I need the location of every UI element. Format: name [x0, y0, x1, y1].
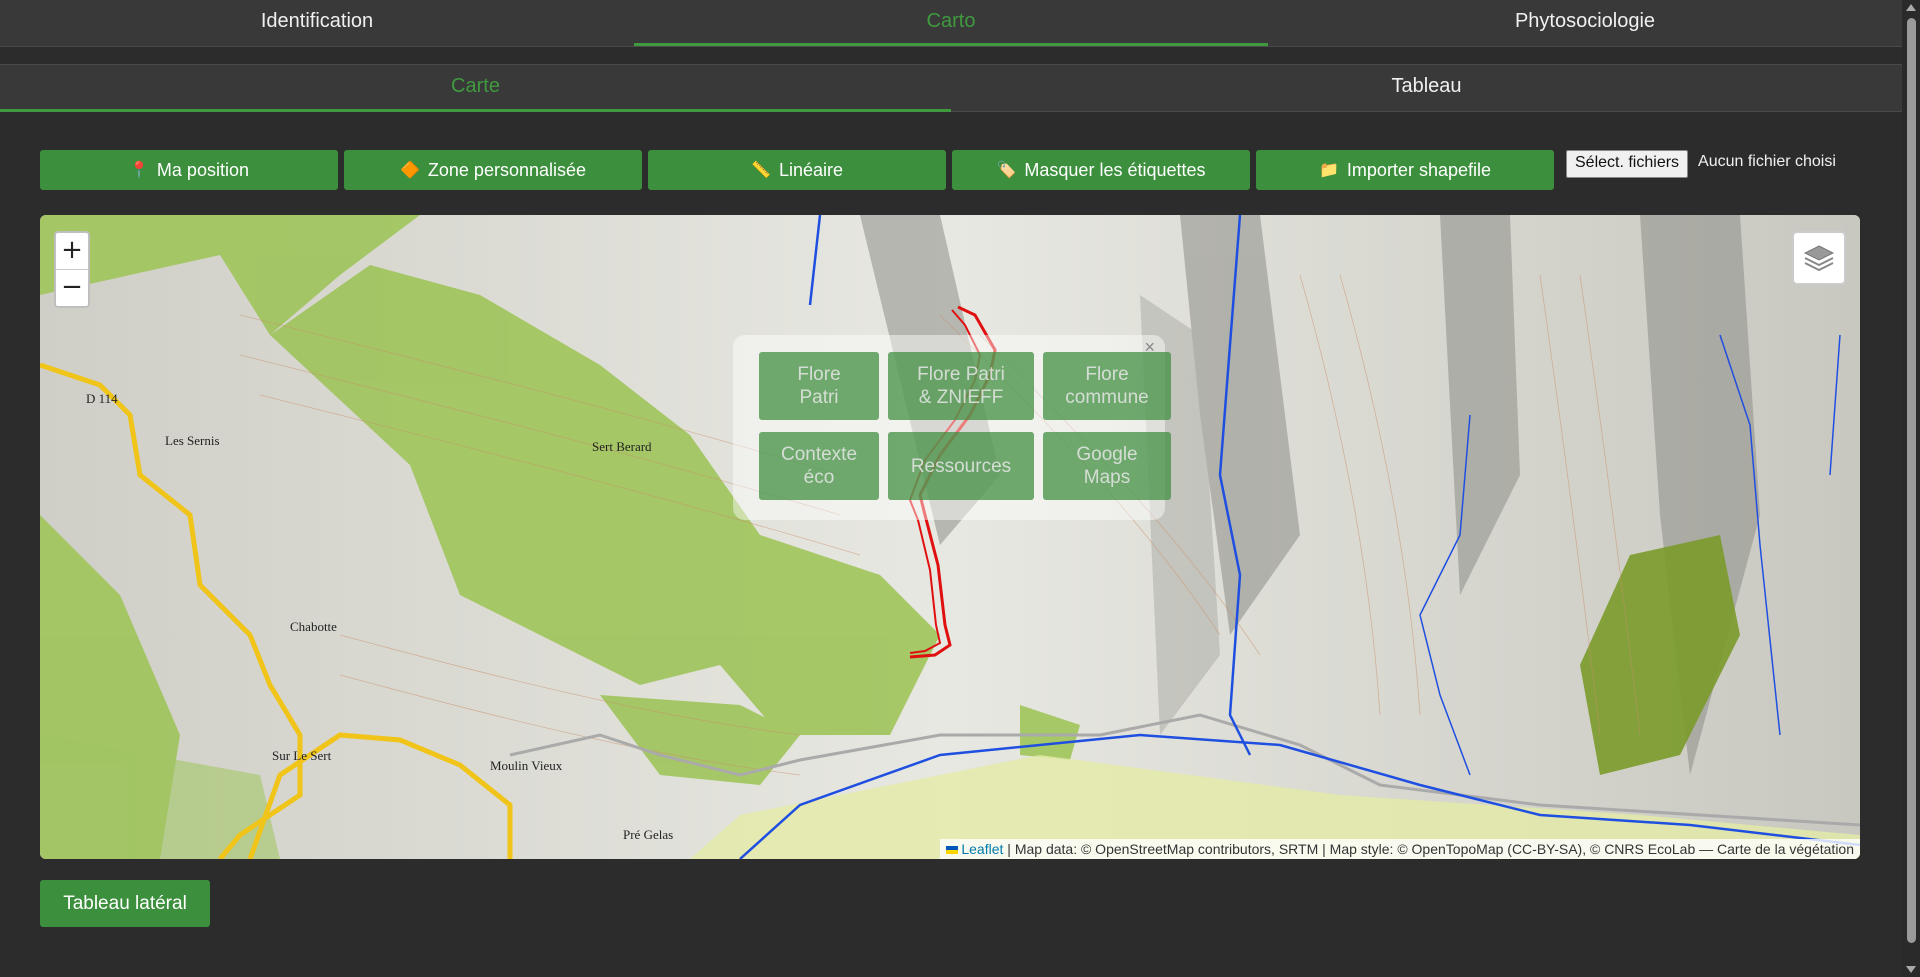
attribution-text: | Map data: © OpenStreetMap contributors… — [1003, 841, 1854, 857]
sub-tabs: Carte Tableau — [0, 64, 1902, 112]
map-toolbar: 📍 Ma position 🔶 Zone personnalisée 📏 Lin… — [40, 150, 1836, 190]
google-maps-button[interactable]: Google Maps — [1043, 432, 1171, 500]
label-pre-gelas: Pré Gelas — [623, 827, 673, 842]
ruler-icon: 📏 — [751, 162, 771, 179]
import-shapefile-button[interactable]: 📁 Importer shapefile — [1256, 150, 1554, 190]
file-status: Aucun fichier choisi — [1698, 153, 1836, 170]
import-shapefile-label: Importer shapefile — [1346, 159, 1491, 180]
flore-patri-button[interactable]: Flore Patri — [759, 352, 879, 420]
map-attribution: Leaflet | Map data: © OpenStreetMap cont… — [940, 839, 1860, 859]
folder-icon: 📁 — [1319, 162, 1339, 179]
select-files-button[interactable]: Sélect. fichiers — [1566, 150, 1689, 178]
tag-icon: 🏷️ — [996, 162, 1017, 179]
label-sert-berard: Sert Berard — [592, 439, 652, 454]
zoom-out-button[interactable]: − — [56, 269, 88, 306]
zoom-in-button[interactable]: + — [56, 233, 88, 269]
layers-icon — [1803, 245, 1835, 272]
hide-labels-label: Masquer les étiquettes — [1024, 159, 1206, 180]
tab-carto[interactable]: Carto — [634, 0, 1268, 46]
orange-diamond-icon: 🔶 — [399, 162, 420, 179]
linear-label: Linéaire — [778, 159, 843, 180]
label-moulin-vieux: Moulin Vieux — [490, 758, 563, 773]
my-position-button[interactable]: 📍 Ma position — [40, 150, 338, 190]
tab-phytosociologie[interactable]: Phytosociologie — [1268, 0, 1902, 46]
hide-labels-button[interactable]: 🏷️ Masquer les étiquettes — [952, 150, 1250, 190]
custom-zone-label: Zone personnalisée — [427, 159, 587, 180]
ressources-button[interactable]: Ressources — [888, 432, 1034, 500]
zoom-control: + − — [54, 231, 90, 308]
scrollbar-thumb[interactable] — [1907, 18, 1916, 943]
ukraine-flag-icon — [946, 846, 959, 855]
scroll-up-icon[interactable] — [1906, 4, 1916, 11]
tab-identification[interactable]: Identification — [0, 0, 634, 46]
scroll-down-icon[interactable] — [1906, 966, 1916, 973]
tab-carte[interactable]: Carte — [0, 65, 951, 112]
contexte-eco-button[interactable]: Contexte éco — [759, 432, 879, 500]
map-pin-icon: 📍 — [129, 162, 149, 179]
label-chabotte: Chabotte — [290, 619, 337, 634]
map-view[interactable]: D 114 Les Sernis Sert Berard Chabotte Su… — [40, 215, 1860, 859]
my-position-label: Ma position — [156, 159, 249, 180]
leaflet-link[interactable]: Leaflet — [961, 841, 1003, 857]
page-scrollbar[interactable] — [1902, 0, 1920, 977]
flore-commune-button[interactable]: Flore commune — [1043, 352, 1171, 420]
linear-button[interactable]: 📏 Linéaire — [648, 150, 946, 190]
side-table-button[interactable]: Tableau latéral — [40, 880, 210, 927]
label-d114: D 114 — [86, 391, 118, 406]
map-tiles: D 114 Les Sernis Sert Berard Chabotte Su… — [40, 215, 1860, 859]
custom-zone-button[interactable]: 🔶 Zone personnalisée — [344, 150, 642, 190]
label-les-sernis: Les Sernis — [165, 433, 220, 448]
layers-button[interactable] — [1792, 231, 1846, 285]
flore-patri-znieff-button[interactable]: Flore Patri & ZNIEFF — [888, 352, 1034, 420]
main-tabs: Identification Carto Phytosociologie — [0, 0, 1902, 47]
tab-tableau[interactable]: Tableau — [951, 65, 1902, 111]
label-sur-le-sert: Sur Le Sert — [272, 748, 332, 763]
map-menu-overlay: × Flore Patri Flore Patri & ZNIEFF Flore… — [733, 335, 1171, 520]
